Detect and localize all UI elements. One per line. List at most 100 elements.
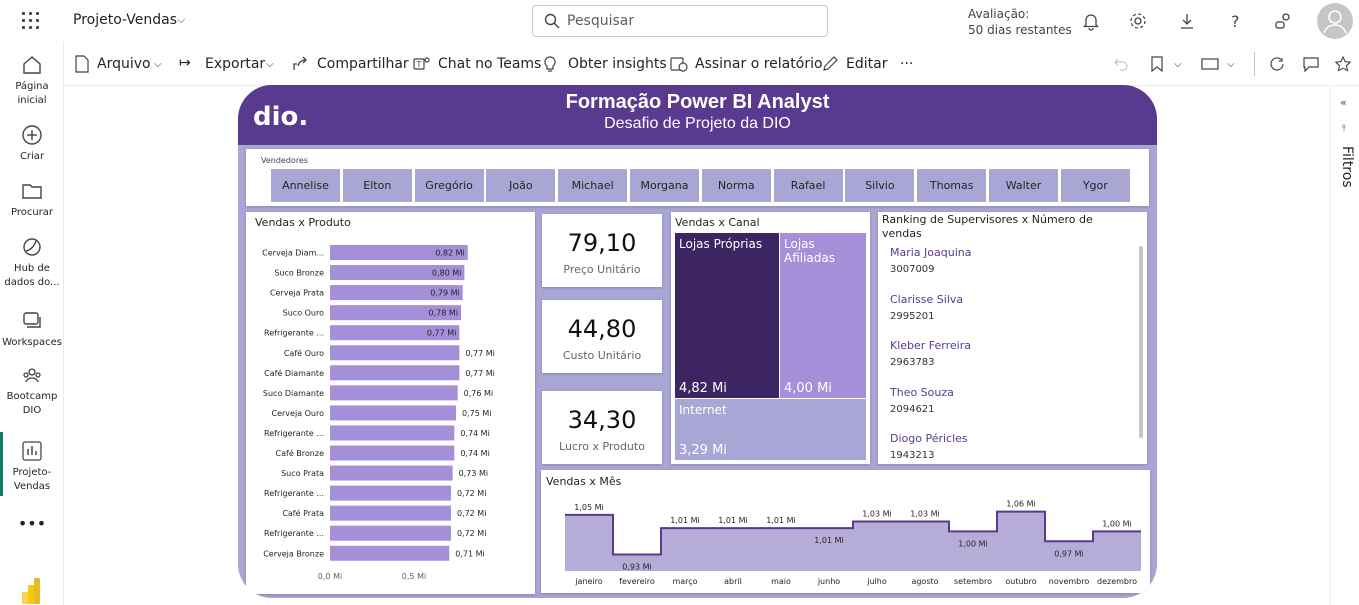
search-input[interactable]: Pesquisar	[532, 5, 828, 37]
bar-category-label: Café Bronze	[276, 448, 325, 458]
more-icon[interactable]: •••	[0, 516, 64, 532]
download-icon[interactable]	[1177, 11, 1197, 31]
nav-item-create[interactable]: Criar	[0, 124, 64, 164]
bar[interactable]	[330, 485, 451, 501]
x-category-label: setembro	[954, 577, 992, 586]
bar[interactable]	[330, 425, 455, 441]
bar[interactable]	[330, 505, 451, 521]
ranking-item: Kleber Ferreira 2963783	[890, 337, 1138, 384]
slicer-item[interactable]: Elton	[341, 168, 413, 203]
kpi-value: 44,80	[567, 315, 637, 343]
bar[interactable]	[330, 465, 453, 481]
teams-chat-button[interactable]: Chat no Teams	[438, 56, 541, 72]
scrollbar[interactable]	[1139, 246, 1143, 438]
share-button[interactable]: Compartilhar	[317, 56, 409, 72]
nav-label: Página inicial	[15, 81, 49, 106]
bar[interactable]	[330, 445, 455, 461]
file-menu-button[interactable]: Arquivo	[97, 56, 151, 72]
chevron-down-icon[interactable]: ⌵	[1174, 59, 1182, 70]
point-value-label: 0,97 Mi	[1054, 549, 1083, 558]
nav-item-datahub[interactable]: Hub de dados do...	[0, 236, 64, 290]
more-options-button[interactable]: ...	[900, 52, 913, 68]
treemap-cell-internet[interactable]: Internet 3,29 Mi	[675, 399, 866, 460]
bar-category-label: Refrigerante ...	[264, 489, 324, 498]
x-category-label: outubro	[1005, 577, 1036, 586]
slicer-item[interactable]: Thomas	[916, 168, 988, 203]
slicer-item[interactable]: Rafael	[772, 168, 844, 203]
collapse-icon[interactable]: «	[1340, 96, 1347, 109]
slicer-item[interactable]: Morgana	[629, 168, 700, 203]
bell-icon[interactable]	[1081, 11, 1101, 31]
undo-icon[interactable]	[1114, 57, 1128, 71]
chevron-down-icon[interactable]: ⌵	[1227, 59, 1235, 70]
kpi-card-lucro: 34,30 Lucro x Produto	[542, 391, 662, 464]
bar[interactable]	[330, 405, 456, 421]
report-icon	[22, 441, 42, 461]
file-icon	[75, 55, 89, 73]
insights-button[interactable]: Obter insights	[568, 56, 667, 72]
bar[interactable]	[330, 345, 460, 361]
subscribe-button[interactable]: Assinar o relatório	[695, 56, 823, 72]
area-chart-svg: 1,05 Mi janeiro 0,93 Mi fevereiro 1,01 Mi mar…	[565, 500, 1141, 586]
chevron-down-icon[interactable]: ⌵	[266, 59, 274, 70]
comment-icon[interactable]	[1303, 57, 1319, 72]
bar[interactable]	[330, 385, 458, 401]
bar-value-label: 0,72 Mi	[457, 489, 486, 498]
chevron-down-icon[interactable]: ⌵	[177, 13, 185, 27]
filter-icon: ⫯	[1342, 124, 1346, 134]
sales-count: 3007009	[890, 264, 935, 275]
slicer-item[interactable]: João	[485, 168, 557, 203]
divider	[1254, 52, 1255, 76]
slicer-item[interactable]: Annelise	[270, 168, 341, 203]
supervisor-ranking-card: Ranking de Supervisores x Número de vend…	[878, 212, 1147, 464]
slicer-item[interactable]: Walter	[988, 168, 1059, 203]
trial-label: Avaliação:	[968, 7, 1030, 21]
bar[interactable]	[330, 365, 460, 381]
kpi-value: 79,10	[567, 229, 637, 257]
x-category-label: agosto	[911, 577, 938, 586]
nav-item-bootcamp[interactable]: Bootcamp DIO	[0, 364, 64, 418]
feedback-icon[interactable]	[1273, 11, 1293, 31]
slicer-item[interactable]: Norma	[700, 168, 772, 203]
slicer-item[interactable]: Silvio	[844, 168, 916, 203]
nav-item-projeto-vendas[interactable]: Projeto-Vendas	[0, 440, 64, 494]
export-button[interactable]: Exportar	[205, 56, 265, 72]
nav-item-home[interactable]: Página inicial	[0, 54, 64, 108]
slicer-item[interactable]: Ygor	[1059, 168, 1131, 203]
vendedores-slicer: Vendedores Annelise Elton Gregório João Mich…	[246, 149, 1149, 206]
refresh-icon[interactable]	[1270, 57, 1285, 72]
x-category-label: março	[672, 577, 697, 586]
slicer-item[interactable]: Michael	[557, 168, 629, 203]
search-icon	[544, 13, 560, 29]
sales-by-month-chart: Vendas x Mês 1,05 Mi janeiro 0,93 Mi fevere…	[541, 470, 1150, 593]
treemap-cell-value: 3,29 Mi	[679, 443, 727, 458]
app-launcher-icon[interactable]	[22, 12, 40, 30]
gear-icon[interactable]	[1128, 11, 1148, 31]
bar-category-label: Suco Prata	[281, 469, 324, 478]
slicer-item[interactable]: Gregório	[413, 168, 485, 203]
nav-item-workspaces[interactable]: Workspaces	[0, 310, 64, 350]
slicer-label: Vendedores	[261, 156, 309, 165]
star-icon[interactable]	[1335, 56, 1351, 72]
edit-button[interactable]: Editar	[846, 56, 887, 72]
nav-label: Bootcamp DIO	[6, 391, 58, 416]
ranking-list[interactable]: Maria Joaquina 3007009 Clarisse Silva 29952…	[890, 244, 1138, 458]
treemap-cell-lojas-proprias[interactable]: Lojas Próprias 4,82 Mi	[675, 233, 779, 398]
bar[interactable]	[330, 545, 450, 561]
filters-pane[interactable]: « ⫯ Filtros	[1330, 86, 1359, 605]
treemap-cell-lojas-afiliadas[interactable]: Lojas Afiliadas 4,00 Mi	[780, 233, 866, 398]
chevron-down-icon[interactable]: ⌵	[154, 59, 162, 70]
workspace-title[interactable]: Projeto-Vendas	[73, 12, 177, 28]
ranking-item: Theo Souza 2094621	[890, 384, 1138, 431]
powerbi-logo-icon[interactable]	[22, 578, 42, 604]
view-icon[interactable]	[1201, 58, 1219, 70]
bar-value-label: 0,82 Mi	[435, 249, 464, 258]
bar[interactable]	[330, 525, 451, 541]
bookmark-icon[interactable]	[1151, 56, 1163, 72]
svg-text:T: T	[416, 60, 422, 69]
bar-category-label: Suco Ouro	[283, 309, 324, 318]
top-bar: Projeto-Vendas ⌵ Pesquisar Avaliação: 50…	[0, 0, 1359, 42]
help-icon[interactable]: ?	[1225, 11, 1245, 31]
nav-item-browse[interactable]: Procurar	[0, 180, 64, 220]
avatar[interactable]	[1317, 3, 1353, 39]
